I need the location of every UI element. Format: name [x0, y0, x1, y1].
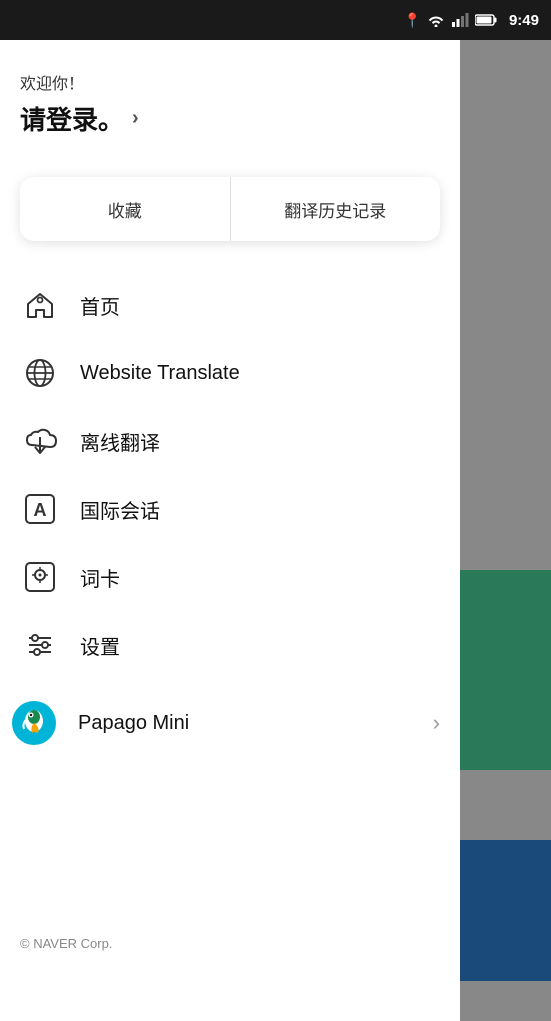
- cloud-icon: [22, 423, 58, 459]
- tab-favorites[interactable]: 收藏: [20, 177, 231, 241]
- menu-list: 首页 Website Translate: [0, 271, 460, 679]
- papago-mini-item[interactable]: Papago Mini ›: [0, 685, 460, 761]
- sliders-icon: [22, 627, 58, 663]
- text-a-icon: A: [22, 491, 58, 527]
- footer: © NAVER Corp.: [20, 936, 112, 951]
- status-bar: 📍 9:49: [0, 0, 551, 40]
- menu-item-word-card[interactable]: 词卡: [10, 543, 450, 611]
- menu-item-home[interactable]: 首页: [10, 271, 450, 339]
- papago-icon: [12, 701, 56, 745]
- home-icon: [22, 287, 58, 323]
- settings-label: 设置: [80, 631, 120, 660]
- international-talk-label: 国际会话: [80, 495, 160, 524]
- svg-text:A: A: [34, 500, 47, 520]
- login-text: 请登录。: [20, 100, 124, 137]
- greeting-login[interactable]: 请登录。 ›: [20, 100, 440, 137]
- offline-translate-label: 离线翻译: [80, 427, 160, 456]
- greeting-small: 欢迎你！: [20, 70, 440, 94]
- menu-item-website-translate[interactable]: Website Translate: [10, 339, 450, 407]
- location-icon: 📍: [404, 12, 421, 29]
- status-icons: 📍 9:49: [404, 12, 539, 29]
- battery-icon: [475, 14, 497, 26]
- copyright-text: © NAVER Corp.: [20, 936, 112, 951]
- signal-icon: [451, 13, 469, 27]
- website-translate-label: Website Translate: [80, 362, 240, 385]
- home-label: 首页: [80, 291, 120, 320]
- wifi-icon: [427, 13, 445, 27]
- login-chevron: ›: [132, 107, 139, 130]
- side-panel-darkblue: [460, 840, 551, 981]
- menu-item-settings[interactable]: 设置: [10, 611, 450, 679]
- papago-mini-chevron: ›: [433, 710, 440, 736]
- globe-icon: [22, 355, 58, 391]
- word-card-label: 词卡: [80, 563, 120, 592]
- header: 欢迎你！ 请登录。 ›: [0, 40, 460, 157]
- main-content: 欢迎你！ 请登录。 › 收藏 翻译历史记录 首页: [0, 40, 460, 981]
- tab-history[interactable]: 翻译历史记录: [231, 177, 441, 241]
- side-panel-green: [460, 570, 551, 770]
- tab-container: 收藏 翻译历史记录: [20, 177, 440, 241]
- word-card-icon: [22, 559, 58, 595]
- menu-item-international-talk[interactable]: A 国际会话: [10, 475, 450, 543]
- menu-item-offline-translate[interactable]: 离线翻译: [10, 407, 450, 475]
- status-time: 9:49: [509, 12, 539, 29]
- papago-mini-label: Papago Mini: [78, 712, 411, 735]
